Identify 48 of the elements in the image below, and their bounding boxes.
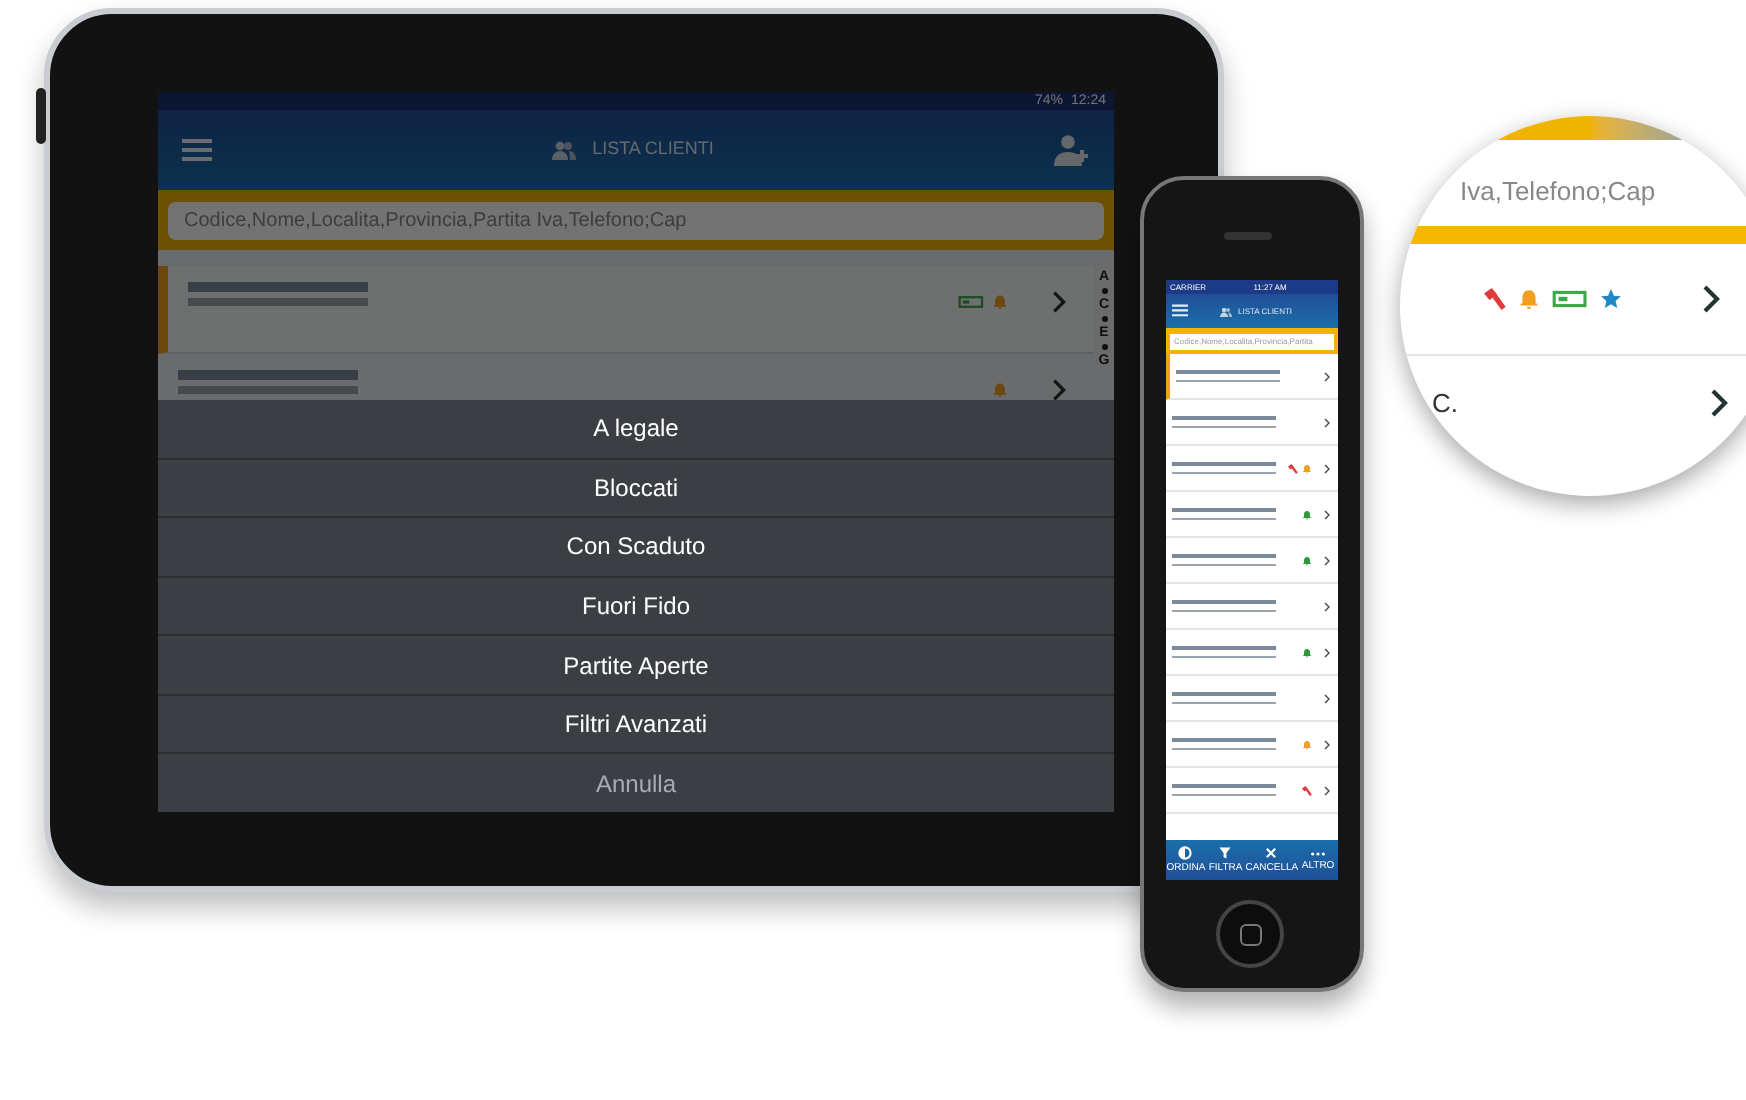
action-option[interactable]: Partite Aperte [158,636,1114,696]
cancel-button[interactable]: Annulla [158,754,1114,812]
more-icon [1310,849,1327,857]
blurred-text-drawing [1172,461,1276,475]
chevron-right-icon [1324,417,1330,427]
people-icon [552,138,577,162]
battery-icon [958,294,984,310]
chevron-right-icon [1324,693,1330,703]
bell-icon [992,294,1008,310]
blurred-text-drawing [1172,553,1276,567]
blurred-text-drawing [1172,783,1276,797]
blurred-text-drawing [1176,369,1280,383]
chevron-right-icon [1324,785,1330,795]
blurred-text-drawing [1172,645,1276,659]
app-title: LISTA CLIENTI [592,136,714,163]
bell-icon [992,382,1008,398]
blurred-text-drawing [1172,415,1276,429]
people-icon [1220,305,1232,317]
client-name-fragment: C. [1432,385,1460,422]
blurred-text-drawing [1172,507,1276,521]
action-option[interactable]: Filtri Avanzati [158,695,1114,755]
action-option[interactable]: Fuori Fido [158,577,1114,637]
menu-icon[interactable] [182,138,212,162]
add-person-icon[interactable] [1053,134,1090,166]
blurred-text-drawing [1172,737,1276,751]
action-option[interactable]: Bloccati [158,459,1114,519]
chevron-right-icon [1324,509,1330,519]
chevron-right-icon [1324,555,1330,565]
blurred-text-drawing [1172,691,1276,705]
chevron-right-icon [1052,378,1066,402]
chevron-right-icon [1052,290,1066,314]
chevron-right-icon [1710,388,1728,418]
half-circle-icon [1178,846,1193,860]
search-text: Iva,Telefono;Cap [1458,174,1658,210]
chevron-right-icon [1324,647,1330,657]
chevron-right-icon [1324,601,1330,611]
client-row[interactable] [1166,354,1338,400]
chevron-right-icon [1324,463,1330,473]
filter-icon [1218,846,1233,860]
chevron-right-icon [1702,283,1720,313]
chevron-right-icon [1324,371,1330,381]
close-icon [1264,846,1279,860]
menu-icon[interactable] [1172,304,1188,318]
action-option[interactable]: Con Scaduto [158,518,1114,578]
blurred-text-drawing [1172,599,1276,613]
chevron-right-icon [1324,739,1330,749]
action-option[interactable]: A legale [158,400,1114,460]
client-row[interactable] [158,266,1094,354]
